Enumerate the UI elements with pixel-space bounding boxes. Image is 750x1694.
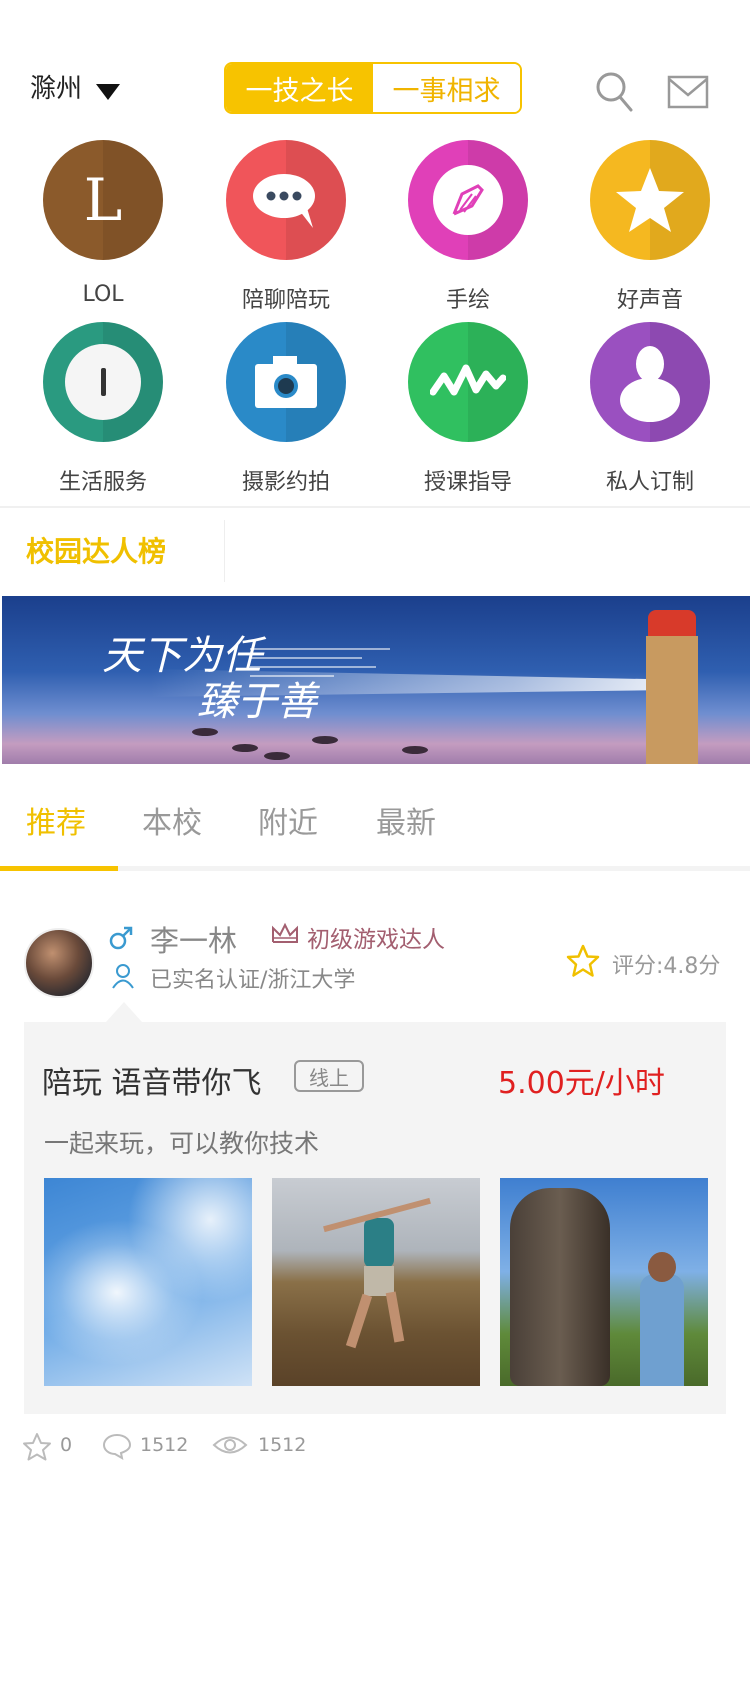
- tab-request[interactable]: 一事相求: [373, 64, 520, 112]
- category-label: 摄影约拍: [241, 470, 330, 495]
- category-photo[interactable]: 摄影约拍: [224, 322, 348, 496]
- category-label: 好声音: [616, 288, 683, 313]
- tab-skill[interactable]: 一技之长: [226, 64, 373, 112]
- tab-latest[interactable]: 最新: [376, 798, 436, 842]
- mail-icon[interactable]: [667, 75, 709, 109]
- view-count: 1512: [258, 1434, 307, 1456]
- service-title: 陪玩 语音带你飞: [42, 1066, 262, 1101]
- comment-count: 1512: [140, 1434, 189, 1456]
- life-service-icon: [65, 344, 141, 420]
- male-icon: [109, 926, 133, 950]
- search-icon[interactable]: [594, 70, 634, 114]
- camera-icon: [255, 356, 317, 408]
- pencil-icon: [452, 184, 484, 216]
- divider: [224, 520, 225, 582]
- wave-icon: [430, 364, 506, 396]
- tab-recommend[interactable]: 推荐: [26, 798, 86, 842]
- city-selector[interactable]: 滁州: [30, 68, 82, 105]
- category-lol[interactable]: L LOL: [41, 140, 165, 307]
- category-custom[interactable]: 私人订制: [588, 322, 712, 496]
- category-drawing[interactable]: 手绘: [406, 140, 530, 314]
- card-pointer: [106, 1002, 142, 1022]
- tab-nearby[interactable]: 附近: [258, 798, 318, 842]
- promo-banner[interactable]: 天下为任 臻于善: [2, 596, 750, 764]
- person-icon: [620, 346, 680, 422]
- category-teaching[interactable]: 授课指导: [406, 322, 530, 496]
- category-voice[interactable]: 好声音: [588, 140, 712, 314]
- rating-star-icon: [566, 944, 600, 977]
- service-price: 5.00元/小时: [498, 1066, 665, 1101]
- category-life-service[interactable]: 生活服务: [41, 322, 165, 496]
- post-photo-jump[interactable]: [272, 1178, 480, 1386]
- category-label: 生活服务: [58, 470, 147, 495]
- category-chat[interactable]: 陪聊陪玩: [224, 140, 348, 314]
- chat-bubble-icon: [253, 174, 315, 228]
- campus-rank-title[interactable]: 校园达人榜: [26, 530, 166, 570]
- username[interactable]: 李一林: [150, 918, 237, 960]
- category-label: 手绘: [445, 288, 490, 313]
- like-count: 0: [60, 1434, 73, 1456]
- lol-letter-icon: L: [83, 166, 123, 234]
- online-badge: 线上: [294, 1060, 364, 1092]
- banner-text-line2: 臻于善: [197, 679, 317, 725]
- divider: [0, 506, 750, 508]
- star-icon: [616, 168, 684, 232]
- tab-indicator: [0, 866, 118, 871]
- category-label: 私人订制: [605, 470, 694, 495]
- verification-text: 已实名认证/浙江大学: [150, 968, 356, 993]
- comment-icon[interactable]: [102, 1432, 132, 1460]
- view-eye-icon: [212, 1436, 248, 1454]
- tab-school[interactable]: 本校: [142, 798, 202, 842]
- avatar[interactable]: [24, 928, 94, 998]
- service-description: 一起来玩，可以教你技术: [44, 1129, 320, 1158]
- category-label: LOL: [82, 282, 124, 307]
- like-star-icon[interactable]: [22, 1432, 52, 1462]
- post-photo-moai[interactable]: [500, 1178, 708, 1386]
- banner-text-line1: 天下为任: [102, 633, 262, 679]
- post-photo-sky[interactable]: [44, 1178, 252, 1386]
- banner-small-text: [250, 648, 390, 684]
- dropdown-arrow-icon[interactable]: [96, 84, 120, 100]
- crown-icon: [272, 922, 298, 943]
- category-label: 授课指导: [423, 470, 512, 495]
- user-verified-icon: [112, 964, 134, 989]
- user-level: 初级游戏达人: [307, 927, 445, 953]
- category-label: 陪聊陪玩: [241, 288, 330, 313]
- rating: 评分:4.8分: [612, 954, 721, 979]
- mode-switch[interactable]: 一技之长 一事相求: [224, 62, 522, 114]
